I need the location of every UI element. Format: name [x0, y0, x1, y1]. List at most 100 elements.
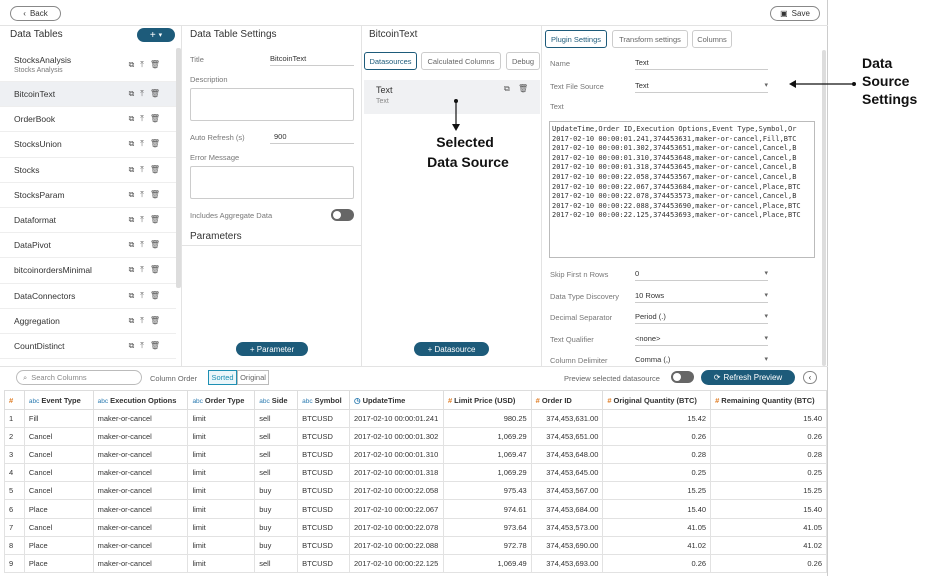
list-item[interactable]: bitcoinordersMinimal ⧉ ⤒ 🗑	[0, 258, 176, 284]
copy-icon[interactable]: ⧉	[504, 84, 510, 94]
column-header[interactable]: abc Order Type	[187, 390, 256, 410]
name-input[interactable]: Text	[635, 58, 768, 70]
copy-icon[interactable]: ⧉	[129, 114, 135, 124]
back-button[interactable]: ‹ Back	[10, 6, 61, 21]
decimal-separator-select[interactable]: Period (.)	[635, 312, 768, 324]
trash-icon[interactable]: 🗑	[150, 240, 160, 250]
table-cell: Cancel	[23, 517, 94, 537]
column-header[interactable]: abc Execution Options	[92, 390, 189, 410]
tab-transform-settings[interactable]: Transform settings	[612, 30, 688, 48]
column-header[interactable]: abc Event Type	[23, 390, 94, 410]
trash-icon[interactable]: 🗑	[150, 139, 160, 149]
copy-icon[interactable]: ⧉	[129, 89, 135, 99]
tab-plugin-settings[interactable]: Plugin Settings	[545, 30, 607, 48]
text-content-textarea[interactable]: UpdateTime,Order ID,Execution Options,Ev…	[549, 121, 815, 258]
column-header[interactable]: # Remaining Quantity (BTC)	[710, 390, 827, 410]
scrollbar[interactable]	[822, 50, 826, 366]
trash-icon[interactable]: 🗑	[150, 60, 160, 70]
table-cell: BTCUSD	[297, 499, 351, 519]
list-item[interactable]: Aggregation ⧉ ⤒ 🗑	[0, 309, 176, 334]
preview-selected-toggle[interactable]	[671, 371, 694, 383]
copy-icon[interactable]: ⧉	[129, 265, 135, 275]
add-parameter-button[interactable]: + Parameter	[236, 342, 308, 356]
upload-icon[interactable]: ⤒	[140, 89, 144, 99]
text-file-source-select[interactable]: Text	[635, 81, 768, 93]
list-item[interactable]: StocksUnion ⧉ ⤒ 🗑	[0, 132, 176, 158]
trash-icon[interactable]: 🗑	[150, 190, 160, 200]
upload-icon[interactable]: ⤒	[140, 215, 144, 225]
copy-icon[interactable]: ⧉	[129, 291, 135, 301]
save-button[interactable]: ▣ Save	[770, 6, 820, 21]
text-qualifier-select[interactable]: <none>	[635, 334, 768, 346]
list-item[interactable]: StocksParam ⧉ ⤒ 🗑	[0, 183, 176, 208]
column-header[interactable]: ◷ UpdateTime	[349, 390, 444, 410]
list-item[interactable]: BitcoinText ⧉ ⤒ 🗑	[0, 82, 176, 108]
data-table-list: StocksAnalysis Stocks Analysis ⧉ ⤒ 🗑 BitcoinT…	[0, 48, 176, 360]
data-type-discovery-select[interactable]: 10 Rows	[635, 291, 768, 303]
tab-columns[interactable]: Columns	[692, 30, 732, 48]
column-header[interactable]: # Order ID	[530, 390, 604, 410]
original-toggle[interactable]: Original	[237, 370, 269, 385]
upload-icon[interactable]: ⤒	[140, 265, 144, 275]
list-item[interactable]: OrderBook ⧉ ⤒ 🗑	[0, 107, 176, 133]
upload-icon[interactable]: ⤒	[140, 291, 144, 301]
tab-calculated-columns[interactable]: Calculated Columns	[421, 52, 501, 70]
sorted-toggle[interactable]: Sorted	[208, 370, 237, 385]
trash-icon[interactable]: 🗑	[150, 215, 160, 225]
column-header[interactable]: # Original Quantity (BTC)	[602, 390, 712, 410]
upload-icon[interactable]: ⤒	[140, 316, 144, 326]
trash-icon[interactable]: 🗑	[150, 165, 160, 175]
auto-refresh-input[interactable]: 900	[270, 132, 354, 144]
upload-icon[interactable]: ⤒	[140, 114, 144, 124]
copy-icon[interactable]: ⧉	[129, 165, 135, 175]
tab-debug[interactable]: Debug	[506, 52, 540, 70]
copy-icon[interactable]: ⧉	[129, 316, 135, 326]
scrollbar[interactable]	[176, 48, 181, 288]
table-cell: limit	[187, 553, 256, 573]
column-header[interactable]: # Limit Price (USD)	[442, 390, 532, 410]
table-cell: BTCUSD	[297, 408, 351, 429]
copy-icon[interactable]: ⧉	[129, 60, 135, 70]
description-textarea[interactable]	[190, 88, 354, 121]
upload-icon[interactable]: ⤒	[140, 165, 144, 175]
copy-icon[interactable]: ⧉	[129, 215, 135, 225]
refresh-preview-button[interactable]: ⟳ Refresh Preview	[701, 370, 795, 385]
list-item[interactable]: CountDistinct ⧉ ⤒ 🗑	[0, 334, 176, 360]
copy-icon[interactable]: ⧉	[129, 190, 135, 200]
list-item[interactable]: Stocks ⧉ ⤒ 🗑	[0, 158, 176, 183]
upload-icon[interactable]: ⤒	[140, 139, 144, 149]
skip-rows-select[interactable]: 0	[635, 269, 768, 281]
error-message-textarea[interactable]	[190, 166, 354, 199]
tab-datasources[interactable]: Datasources	[364, 52, 417, 70]
trash-icon[interactable]: 🗑	[150, 291, 160, 301]
list-item[interactable]: DataPivot ⧉ ⤒ 🗑	[0, 233, 176, 259]
column-header[interactable]: abc Side	[254, 390, 299, 410]
upload-icon[interactable]: ⤒	[140, 341, 144, 351]
add-data-table-button[interactable]: + ▾	[137, 28, 175, 42]
search-columns-input[interactable]: ⌕ Search Columns	[16, 370, 142, 385]
trash-icon[interactable]: 🗑	[150, 114, 160, 124]
copy-icon[interactable]: ⧉	[129, 139, 135, 149]
list-item[interactable]: StocksAnalysis Stocks Analysis ⧉ ⤒ 🗑	[0, 48, 176, 82]
collapse-button[interactable]: ‹	[803, 371, 817, 384]
trash-icon[interactable]: 🗑	[150, 316, 160, 326]
list-item[interactable]: DataConnectors ⧉ ⤒ 🗑	[0, 284, 176, 309]
add-datasource-button[interactable]: + Datasource	[414, 342, 489, 356]
text-line: 2017-02-10 00:00:22.125,374453693,maker-…	[552, 211, 801, 220]
trash-icon[interactable]: 🗑	[150, 265, 160, 275]
includes-aggregate-toggle[interactable]	[331, 209, 354, 221]
upload-icon[interactable]: ⤒	[140, 190, 144, 200]
trash-icon[interactable]: 🗑	[150, 89, 160, 99]
table-cell: limit	[187, 499, 256, 519]
upload-icon[interactable]: ⤒	[140, 240, 144, 250]
table-cell: 980.25	[442, 408, 532, 429]
column-header[interactable]: abc Symbol	[297, 390, 351, 410]
copy-icon[interactable]: ⧉	[129, 240, 135, 250]
title-input[interactable]: BitcoinText	[270, 54, 354, 66]
column-header[interactable]: #	[4, 390, 25, 410]
list-item[interactable]: Dataformat ⧉ ⤒ 🗑	[0, 208, 176, 234]
trash-icon[interactable]: 🗑	[518, 84, 528, 93]
upload-icon[interactable]: ⤒	[140, 60, 144, 70]
copy-icon[interactable]: ⧉	[129, 341, 135, 351]
trash-icon[interactable]: 🗑	[150, 341, 160, 351]
